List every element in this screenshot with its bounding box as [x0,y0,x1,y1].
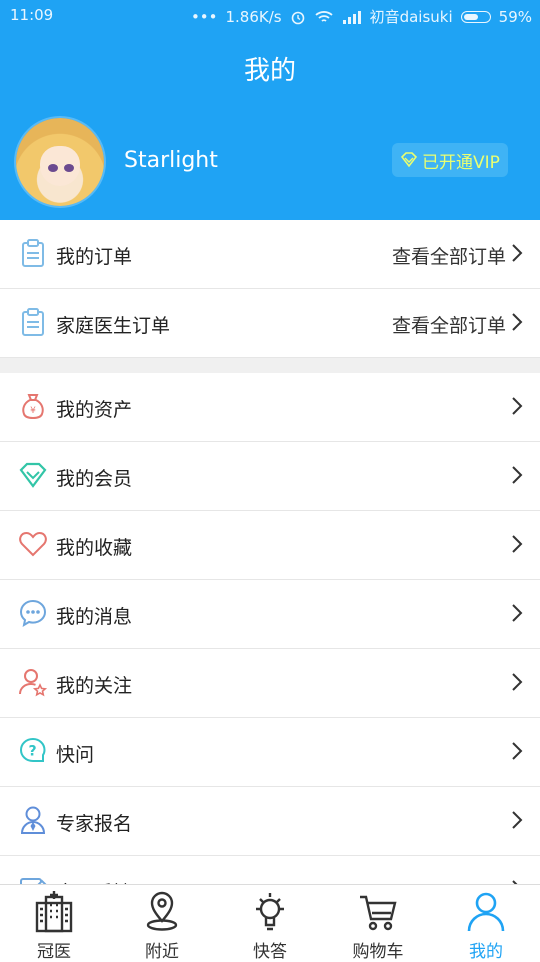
menu-row-label: 我的资产 [56,399,133,421]
username[interactable]: Starlight [124,148,218,173]
chevron-right-icon [512,535,523,553]
question-icon: ? [19,737,46,762]
chevron-right-icon [512,811,523,829]
tab-label: 我的 [469,942,503,962]
diamond-icon [400,152,418,168]
bottom-tab-bar: 冠医 附近 快答 购物车 我的 [0,884,540,962]
menu-row-my-orders[interactable]: 我的订单 查看全部订单 [0,220,540,289]
status-right: ••• 1.86K/s 初音daisuki 59% [191,6,532,27]
menu-row-label: 我的消息 [56,606,133,628]
menu-row-label: 专家报名 [56,813,133,835]
view-all-orders-link[interactable]: 查看全部订单 [392,311,506,338]
status-bar: 11:09 ••• 1.86K/s 初音daisuki 59% [0,0,540,30]
profile-header: 我的 Starlight 已开通VIP [0,30,540,220]
tab-nearby[interactable]: 附近 [108,885,216,962]
status-time: 11:09 [10,6,54,24]
chevron-right-icon [512,313,523,331]
menu-row-label: 我的会员 [56,468,133,490]
more-dots-icon: ••• [190,7,218,26]
expert-icon [20,806,46,834]
menu-row-label: 我的收藏 [56,537,133,559]
menu-row-label: 我的订单 [56,246,133,268]
menu-row-label: 我的关注 [56,675,133,697]
user-star-icon [19,669,48,697]
avatar-eye-right [64,164,74,172]
wifi-icon [314,10,333,22]
clipboard-icon [22,239,44,267]
heart-icon [19,531,47,557]
menu-row-family-doctor-orders[interactable]: 家庭医生订单 查看全部订单 [0,289,540,358]
vip-badge[interactable]: 已开通VIP [392,143,508,177]
avatar[interactable] [16,118,104,206]
avatar-eye-left [48,164,58,172]
tab-label: 购物车 [352,942,404,962]
menu-row-quick-ask[interactable]: ? 快问 [0,718,540,787]
svg-text:?: ? [28,744,36,760]
money-bag-icon: ¥ [22,394,44,420]
location-pin-icon [146,891,178,931]
cart-icon [360,895,397,931]
person-icon [467,892,505,932]
menu-row-following[interactable]: 我的关注 [0,649,540,718]
lightbulb-icon [256,893,284,931]
diamond-icon [19,462,47,488]
avatar-face [40,146,80,186]
vip-label: 已开通VIP [422,152,500,173]
menu-row-membership[interactable]: 我的会员 [0,442,540,511]
chevron-right-icon [512,742,523,760]
menu-row-expert-signup[interactable]: 专家报名 [0,787,540,856]
battery-icon [460,10,491,23]
menu-row-label: 家庭医生订单 [56,315,171,337]
view-all-orders-link[interactable]: 查看全部订单 [392,242,506,269]
chevron-right-icon [512,604,523,622]
tab-label: 快答 [253,942,287,962]
clipboard-icon [22,308,44,336]
hospital-icon [35,891,73,933]
tab-quick-answer[interactable]: 快答 [216,885,324,962]
svg-text:¥: ¥ [30,406,36,416]
signal-icon [342,10,361,24]
section-divider [0,358,540,373]
menu-row-favorites[interactable]: 我的收藏 [0,511,540,580]
tab-mine[interactable]: 我的 [432,885,540,962]
menu-row-messages[interactable]: 我的消息 [0,580,540,649]
alarm-icon [291,11,304,24]
tab-label: 附近 [145,942,179,962]
menu-row-assets[interactable]: ¥ 我的资产 [0,373,540,442]
battery-percent: 59% [498,7,532,26]
tab-cart[interactable]: 购物车 [324,885,432,962]
network-speed: 1.86K/s [225,7,282,26]
page-title: 我的 [243,56,296,86]
menu-list: 我的订单 查看全部订单 家庭医生订单 查看全部订单 ¥ 我的资产 我的会员 我的… [0,220,540,925]
carrier-name: 初音daisuki [369,8,453,26]
chevron-right-icon [512,244,523,262]
chevron-right-icon [512,397,523,415]
chat-bubble-icon [19,599,47,628]
chevron-right-icon [512,466,523,484]
tab-hospital[interactable]: 冠医 [0,885,108,962]
menu-row-label: 快问 [56,744,95,766]
chevron-right-icon [512,673,523,691]
tab-label: 冠医 [37,942,71,962]
